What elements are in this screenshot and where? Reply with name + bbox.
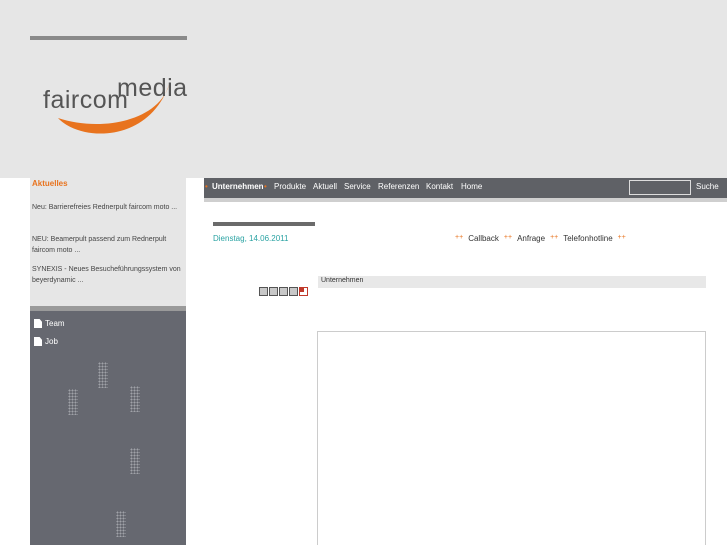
font-size-option-active[interactable]	[299, 287, 308, 296]
section-title: Unternehmen	[321, 277, 364, 284]
nav-item-unternehmen[interactable]: Unternehmen	[212, 182, 264, 191]
nav-item-produkte[interactable]: Produkte	[274, 182, 306, 191]
section-header: Unternehmen	[318, 276, 706, 288]
font-size-option[interactable]	[289, 287, 298, 296]
arrows-icon: ++	[617, 234, 626, 241]
logo-word-faircom: faircom	[43, 86, 129, 114]
nav-item-service[interactable]: Service	[344, 182, 371, 191]
document-icon	[34, 337, 42, 346]
header-rule	[30, 36, 187, 40]
font-size-option[interactable]	[269, 287, 278, 296]
decorative-dots	[68, 389, 78, 415]
arrows-icon: ++	[503, 234, 513, 241]
decorative-dots	[130, 448, 140, 474]
side-nav: Team Job	[30, 311, 186, 545]
font-size-switcher	[259, 287, 308, 296]
faircom-media-logo[interactable]: media faircom	[40, 72, 187, 142]
side-nav-label: Job	[45, 337, 58, 346]
font-size-option[interactable]	[259, 287, 268, 296]
decorative-dots	[98, 362, 108, 388]
decorative-dots	[116, 511, 126, 537]
nav-item-referenzen[interactable]: Referenzen	[378, 182, 419, 191]
news-item-3[interactable]: SYNEXIS - Neues Besucheführungssystem vo…	[32, 264, 182, 286]
document-icon	[34, 319, 42, 328]
quick-link-telefonhotline[interactable]: Telefonhotline	[563, 234, 612, 243]
search-input[interactable]	[629, 180, 691, 195]
current-date: Dienstag, 14.06.2011	[213, 234, 289, 243]
side-nav-item-job[interactable]: Job	[34, 337, 58, 346]
decorative-dots	[130, 386, 140, 412]
page-header: media faircom	[0, 0, 727, 178]
arrows-icon: ++	[550, 234, 559, 241]
content-frame	[317, 331, 706, 545]
nav-shadow	[204, 198, 727, 202]
nav-bullet-icon: •	[205, 182, 208, 191]
news-item-1[interactable]: Neu: Barrierefreies Rednerpult faircom m…	[32, 202, 182, 213]
font-size-option[interactable]	[279, 287, 288, 296]
quick-links: ++ Callback ++ Anfrage ++ Telefonhotline…	[455, 234, 626, 243]
nav-item-kontakt[interactable]: Kontakt	[426, 182, 453, 191]
side-nav-label: Team	[45, 319, 65, 328]
nav-bullet-icon: •	[264, 182, 267, 191]
news-item-2[interactable]: NEU: Beamerpult passend zum Rednerpult f…	[32, 234, 182, 256]
main-nav: • Unternehmen • Produkte Aktuell Service…	[204, 178, 727, 198]
news-title: Aktuelles	[32, 179, 68, 188]
arrows-icon: ++	[455, 234, 464, 241]
news-box: Aktuelles Neu: Barrierefreies Rednerpult…	[30, 178, 186, 306]
search-button[interactable]: Suche	[696, 182, 719, 191]
quick-link-callback[interactable]: Callback	[468, 234, 499, 243]
side-nav-item-team[interactable]: Team	[34, 319, 65, 328]
quick-link-anfrage[interactable]: Anfrage	[517, 234, 545, 243]
sidebar: Aktuelles Neu: Barrierefreies Rednerpult…	[30, 178, 186, 545]
nav-item-home[interactable]: Home	[461, 182, 482, 191]
nav-item-aktuell[interactable]: Aktuell	[313, 182, 337, 191]
content-rule	[213, 222, 315, 226]
